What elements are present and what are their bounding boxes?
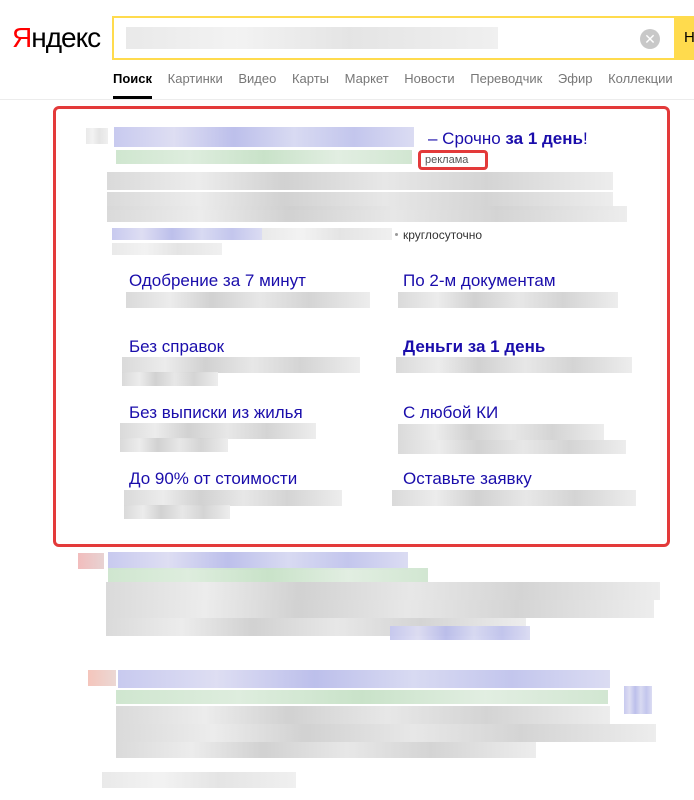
search-header: Яндекс ✕ Н Поиск Картинки Видео Карты Ма… (0, 0, 694, 100)
tab-efir[interactable]: Эфир (558, 70, 593, 88)
logo-letter: Я (12, 22, 32, 53)
logo-rest: ндекс (31, 22, 101, 53)
ad-address-blurred (262, 228, 392, 240)
ad-label: реклама (425, 154, 469, 166)
find-button[interactable]: Н (674, 16, 694, 60)
ad-description-line-1 (107, 172, 613, 190)
separator-dot (395, 233, 398, 236)
ad-title-end: ! (582, 129, 588, 148)
result-1-snippet-line-1 (106, 582, 660, 600)
ad-phone-blurred (112, 243, 222, 255)
ad-title-bold: за 1 день (505, 129, 583, 148)
tab-video[interactable]: Видео (238, 70, 276, 88)
sitelink-up-to-90[interactable]: До 90% от стоимости (129, 468, 297, 490)
ad-url-blurred[interactable] (116, 150, 412, 164)
sitelink-up-to-90-desc-2 (124, 505, 230, 519)
sitelink-any-credit-history[interactable]: С любой КИ (403, 402, 498, 424)
tab-maps[interactable]: Карты (292, 70, 329, 88)
result-1-favicon (78, 553, 104, 569)
sitelink-approval[interactable]: Одобрение за 7 минут (129, 270, 306, 292)
sitelink-any-credit-history-desc-1 (398, 424, 604, 440)
tab-translate[interactable]: Переводчик (470, 70, 542, 88)
result-2-snippet-line-1 (116, 706, 610, 724)
result-2-snippet-line-2 (116, 724, 656, 742)
sitelink-money-one-day[interactable]: Деньги за 1 день (403, 336, 545, 358)
sitelink-no-certificates[interactable]: Без справок (129, 336, 224, 358)
search-query-blurred (126, 27, 498, 49)
result-1-link-blurred[interactable] (390, 626, 530, 640)
result-2-favicon (88, 670, 116, 686)
sitelink-no-certificates-desc-1 (122, 357, 360, 373)
sitelink-up-to-90-desc-1 (124, 490, 342, 506)
ad-hours: круглосуточно (403, 228, 483, 242)
sitelink-no-registration-desc-1 (120, 423, 316, 439)
sitelink-approval-desc (126, 292, 370, 308)
tab-images[interactable]: Картинки (168, 70, 223, 88)
result-1-url-blurred[interactable] (108, 568, 428, 582)
tab-search[interactable]: Поиск (113, 70, 153, 99)
tab-collections[interactable]: Коллекции (608, 70, 673, 88)
clear-search-icon[interactable]: ✕ (640, 29, 660, 49)
result-2-snippet-line-3 (116, 742, 536, 758)
ad-title-text: – Срочно (428, 129, 506, 148)
result-2-title-blurred[interactable] (118, 670, 610, 688)
sitelink-leave-request[interactable]: Оставьте заявку (403, 468, 532, 490)
sitelink-money-one-day-desc (396, 357, 632, 373)
ad-title[interactable]: – Срочно за 1 день! (428, 128, 588, 150)
search-tabs: Поиск Картинки Видео Карты Маркет Новост… (113, 70, 685, 99)
result-2-url-blurred[interactable] (116, 690, 608, 704)
tab-market[interactable]: Маркет (345, 70, 389, 88)
result-2-thumbnail-blurred[interactable] (624, 686, 652, 714)
sitelink-any-credit-history-desc-2 (398, 440, 626, 454)
result-1-snippet-line-2 (106, 600, 654, 618)
search-input[interactable]: ✕ Н (112, 16, 694, 60)
ad-title-blurred[interactable] (114, 127, 414, 147)
sitelink-no-certificates-desc-2 (122, 372, 218, 386)
ad-favicon-blurred (86, 128, 108, 144)
sitelink-two-documents[interactable]: По 2-м документам (403, 270, 556, 292)
tab-news[interactable]: Новости (404, 70, 454, 88)
result-3-title-blurred[interactable] (102, 772, 296, 788)
ad-contacts-blurred[interactable] (112, 228, 262, 240)
ad-label-highlight: реклама (418, 150, 488, 170)
yandex-logo[interactable]: Яндекс (12, 20, 101, 56)
sitelink-no-registration-desc-2 (120, 438, 228, 452)
sitelink-leave-request-desc (392, 490, 636, 506)
sitelink-two-documents-desc (398, 292, 618, 308)
sitelink-no-registration[interactable]: Без выписки из жилья (129, 402, 303, 424)
ad-description-line-3 (107, 206, 627, 222)
